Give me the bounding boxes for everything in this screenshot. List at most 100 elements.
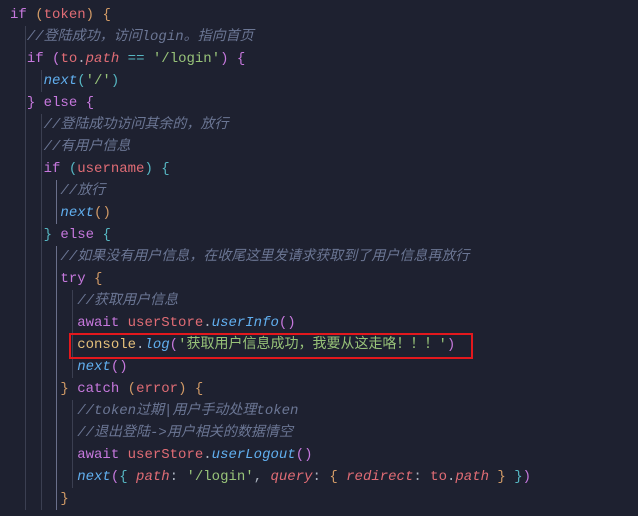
code-token: (	[35, 7, 43, 23]
code-token	[35, 95, 43, 111]
code-line[interactable]: if (username) {	[10, 158, 638, 180]
code-line[interactable]: } catch (error) {	[10, 378, 638, 400]
code-token: .	[77, 51, 85, 67]
code-token: next	[77, 469, 111, 485]
code-line[interactable]: } else {	[10, 224, 638, 246]
code-token	[27, 7, 35, 23]
code-token: userStore	[128, 315, 204, 331]
code-token: (	[128, 381, 136, 397]
code-line[interactable]: next()	[10, 202, 638, 224]
code-token: next	[60, 205, 94, 221]
code-line[interactable]: } else {	[10, 92, 638, 114]
code-token: {	[195, 381, 203, 397]
code-token: to	[430, 469, 447, 485]
code-line[interactable]: //如果没有用户信息，在收尾这里发请求获取到了用户信息再放行	[10, 246, 638, 268]
code-token: token	[44, 7, 86, 23]
code-line[interactable]: await userStore.userLogout()	[10, 444, 638, 466]
code-token: .	[203, 447, 211, 463]
code-token: userLogout	[212, 447, 296, 463]
code-token: (	[69, 161, 77, 177]
code-token: try	[60, 271, 85, 287]
code-token: to	[60, 51, 77, 67]
code-token: )	[220, 51, 228, 67]
code-token: //登陆成功访问其余的，放行	[44, 117, 229, 133]
code-token	[77, 95, 85, 111]
code-token: //放行	[60, 183, 105, 199]
code-token: ,	[254, 469, 271, 485]
code-token: catch	[77, 381, 119, 397]
code-token	[119, 447, 127, 463]
code-line[interactable]: next()	[10, 356, 638, 378]
code-token: //token过期|用户手动处理token	[77, 403, 298, 419]
code-token: )	[86, 7, 94, 23]
code-token: if	[44, 161, 61, 177]
code-token: :	[170, 469, 187, 485]
indent-guide	[72, 400, 73, 488]
code-token: else	[44, 95, 78, 111]
code-token: userInfo	[212, 315, 279, 331]
code-line[interactable]: next('/')	[10, 70, 638, 92]
code-token: path	[455, 469, 489, 485]
code-token	[153, 161, 161, 177]
code-token: (	[296, 447, 304, 463]
indent-guide	[41, 70, 42, 92]
code-token: }	[44, 227, 52, 243]
code-token: '/login'	[153, 51, 220, 67]
code-token	[69, 381, 77, 397]
code-token: else	[60, 227, 94, 243]
code-token: redirect	[346, 469, 413, 485]
code-line[interactable]: try {	[10, 268, 638, 290]
code-token: )	[102, 205, 110, 221]
code-token: )	[523, 469, 531, 485]
code-line[interactable]: //登陆成功，访问login。指向首页	[10, 26, 638, 48]
code-token: {	[102, 7, 110, 23]
code-line[interactable]: console.log('获取用户信息成功，我要从这走咯！！！')	[10, 334, 638, 356]
code-token: //获取用户信息	[77, 293, 178, 309]
code-token: }	[27, 95, 35, 111]
code-token: ==	[128, 51, 145, 67]
code-token: '/login'	[186, 469, 253, 485]
code-token	[128, 469, 136, 485]
code-line[interactable]: //有用户信息	[10, 136, 638, 158]
code-token: next	[44, 73, 78, 89]
indent-guide	[56, 246, 57, 510]
code-token: //退出登陆->用户相关的数据情空	[77, 425, 293, 441]
code-token: if	[27, 51, 44, 67]
code-token: )	[144, 161, 152, 177]
code-line[interactable]: next({ path: '/login', query: { redirect…	[10, 466, 638, 488]
code-token	[119, 51, 127, 67]
code-token: (	[170, 337, 178, 353]
code-token: {	[161, 161, 169, 177]
code-token: if	[10, 7, 27, 23]
code-token: username	[77, 161, 144, 177]
code-line[interactable]: //获取用户信息	[10, 290, 638, 312]
indent-guide	[41, 114, 42, 510]
code-token: }	[60, 381, 68, 397]
code-token	[44, 51, 52, 67]
code-editor[interactable]: if (token) { //登陆成功，访问login。指向首页 if (to.…	[0, 0, 638, 514]
code-token: next	[77, 359, 111, 375]
indent-guide	[25, 26, 26, 510]
code-line[interactable]: //登陆成功访问其余的，放行	[10, 114, 638, 136]
code-token: path	[86, 51, 120, 67]
code-token	[60, 161, 68, 177]
code-token: (	[77, 73, 85, 89]
code-line[interactable]: //放行	[10, 180, 638, 202]
code-token: )	[287, 315, 295, 331]
code-token: (	[111, 359, 119, 375]
code-token: }	[497, 469, 505, 485]
code-line[interactable]: if (token) {	[10, 4, 638, 26]
code-line[interactable]: await userStore.userInfo()	[10, 312, 638, 334]
code-token: )	[119, 359, 127, 375]
code-line[interactable]: }	[10, 488, 638, 510]
code-token: )	[304, 447, 312, 463]
code-token: {	[94, 271, 102, 287]
code-token: {	[86, 95, 94, 111]
code-token: }	[514, 469, 522, 485]
code-token: '/'	[86, 73, 111, 89]
code-line[interactable]: if (to.path == '/login') {	[10, 48, 638, 70]
code-token: error	[136, 381, 178, 397]
code-token: {	[237, 51, 245, 67]
code-line[interactable]: //token过期|用户手动处理token	[10, 400, 638, 422]
code-line[interactable]: //退出登陆->用户相关的数据情空	[10, 422, 638, 444]
